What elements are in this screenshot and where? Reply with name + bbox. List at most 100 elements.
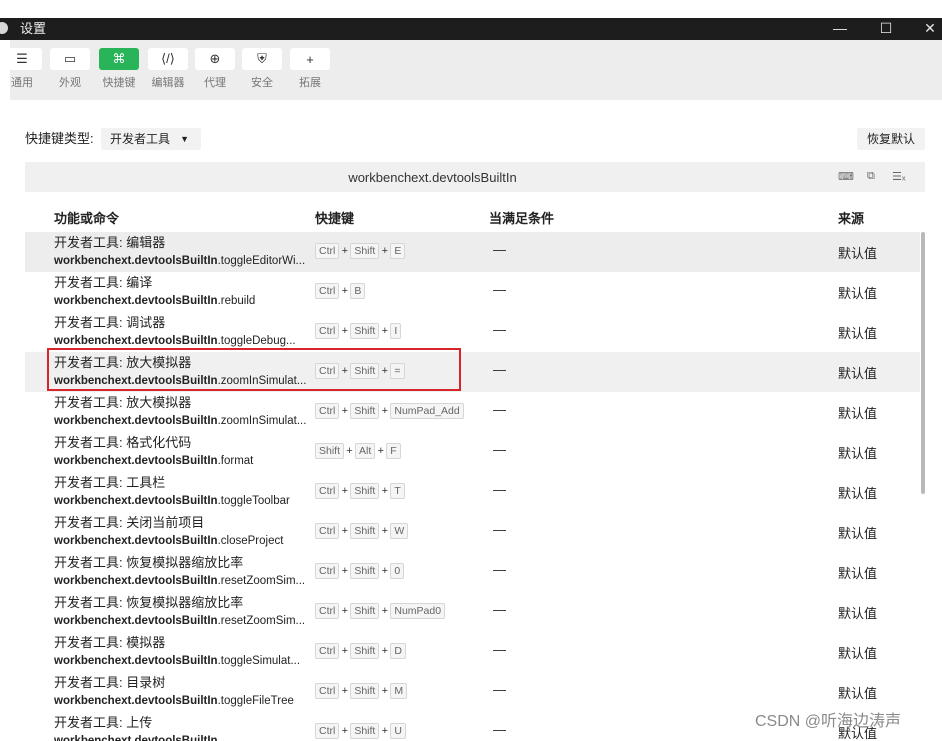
key-separator: + [381, 405, 389, 417]
tab-shield[interactable]: ⛨ 安全 [240, 48, 284, 90]
table-row[interactable]: 开发者工具: 目录树 workbenchext.devtoolsBuiltIn.t… [25, 672, 920, 712]
command-namespace: workbenchext.devtoolsBuiltIn [54, 615, 218, 627]
source-value: 默认值 [838, 606, 878, 621]
when-condition: — [493, 682, 506, 697]
command-icon: ⌘ [99, 48, 139, 70]
key-separator: + [341, 645, 349, 657]
when-condition: — [493, 242, 506, 257]
keycap: Shift [350, 523, 380, 539]
key-separator: + [341, 725, 349, 737]
source-value: 默认值 [838, 446, 878, 461]
command-namespace: workbenchext.devtoolsBuiltIn [54, 575, 218, 587]
minimize-button[interactable]: — [820, 18, 860, 40]
key-separator: + [341, 325, 349, 337]
shortcut-keys[interactable]: Ctrl + B [315, 283, 366, 299]
vertical-scrollbar[interactable] [921, 232, 925, 494]
clear-filter-icon[interactable]: ☰ₓ [892, 170, 905, 183]
command-namespace: workbenchext.devtoolsBuiltIn [54, 415, 218, 427]
column-command[interactable]: 功能或命令 [54, 208, 119, 227]
command-name: .closeProject [217, 535, 284, 547]
command-title: 开发者工具: 格式化代码 [54, 435, 192, 450]
keycap: Ctrl [315, 523, 340, 539]
shield-icon: ⛨ [242, 48, 282, 70]
source-value: 默认值 [838, 286, 878, 301]
maximize-button[interactable]: ☐ [866, 18, 906, 40]
table-row[interactable]: 开发者工具: 放大模拟器 workbenchext.devtoolsBuiltIn… [25, 392, 920, 432]
keycap: Shift [350, 323, 380, 339]
command-id: workbenchext.devtoolsBuiltIn.rebuild [54, 294, 310, 309]
key-separator: + [381, 325, 389, 337]
shortcut-keys[interactable]: Ctrl + Shift + T [315, 483, 405, 499]
titlebar-strip: 设置 — ☐ ✕ [0, 18, 942, 40]
command-title: 开发者工具: 上传 [54, 715, 153, 730]
app-icon [0, 22, 8, 34]
shortcut-type-label: 快捷键类型: [25, 131, 94, 146]
shortcut-keys[interactable]: Ctrl + Shift + I [315, 323, 402, 339]
tab-list[interactable]: ☰ 通用 [0, 48, 44, 90]
when-condition: — [493, 442, 506, 457]
keycap: Ctrl [315, 403, 340, 419]
tab-label: 安全 [251, 77, 273, 89]
column-source[interactable]: 来源 [838, 208, 864, 227]
keycap: W [390, 523, 409, 539]
table-row[interactable]: 开发者工具: 格式化代码 workbenchext.devtoolsBuiltIn… [25, 432, 920, 472]
command-namespace: workbenchext.devtoolsBuiltIn [54, 735, 218, 741]
when-condition: — [493, 522, 506, 537]
keyboard-icon[interactable]: ⌨ [838, 170, 854, 183]
keycap: Ctrl [315, 283, 340, 299]
tab-window[interactable]: ▭ 外观 [48, 48, 92, 90]
command-title: 开发者工具: 目录树 [54, 675, 166, 690]
source-value: 默认值 [838, 246, 878, 261]
key-separator: + [341, 485, 349, 497]
command-name: .resetZoomSim... [217, 615, 306, 627]
shortcut-keys[interactable]: Ctrl + Shift + E [315, 243, 406, 259]
command-namespace: workbenchext.devtoolsBuiltIn [54, 655, 218, 667]
table-row[interactable]: 开发者工具: 模拟器 workbenchext.devtoolsBuiltIn.t… [25, 632, 920, 672]
table-row[interactable]: 开发者工具: 关闭当前项目 workbenchext.devtoolsBuiltI… [25, 512, 920, 552]
shortcut-keys[interactable]: Ctrl + Shift +0 [315, 563, 405, 579]
shortcut-keys[interactable]: Ctrl + Shift + NumPad0 [315, 603, 446, 619]
keycap: Ctrl [315, 643, 340, 659]
window-title: 设置 [20, 21, 47, 36]
restore-default-button[interactable]: 恢复默认 [857, 128, 925, 150]
shortcut-type-select[interactable]: 开发者工具 ▼ [101, 128, 201, 150]
key-separator: + [381, 725, 389, 737]
table-row[interactable]: 开发者工具: 恢复模拟器缩放比率 workbenchext.devtoolsBui… [25, 592, 920, 632]
window-titlebar: 设置 — ☐ ✕ [0, 0, 942, 40]
settings-toolbar: ☰ 通用 ▭ 外观 ⌘ 快捷键 ⟨/⟩ 编辑器 ⊕ 代理 ⛨ 安全 + 拓展 [2, 40, 942, 100]
table-row[interactable]: 开发者工具: 调试器 workbenchext.devtoolsBuiltIn.t… [25, 312, 920, 352]
tab-code[interactable]: ⟨/⟩ 编辑器 [146, 48, 190, 90]
key-separator: + [341, 285, 349, 297]
key-separator: + [341, 565, 349, 577]
code-icon: ⟨/⟩ [148, 48, 188, 70]
record-keys-icon[interactable]: ⧉ [867, 170, 875, 183]
tab-command[interactable]: ⌘ 快捷键 [97, 48, 141, 90]
keycap: Shift [350, 243, 380, 259]
shortcut-keys[interactable]: Ctrl + Shift + M [315, 683, 408, 699]
close-button[interactable]: ✕ [910, 18, 942, 40]
tab-label: 通用 [11, 77, 33, 89]
shortcut-keys[interactable]: Shift + Alt + F [315, 443, 401, 459]
command-name: .format [217, 455, 254, 467]
when-condition: — [493, 322, 506, 337]
column-shortcut[interactable]: 快捷键 [315, 208, 354, 227]
shortcut-keys[interactable]: Ctrl + Shift + U [315, 723, 406, 739]
keycap: U [390, 723, 406, 739]
command-title: 开发者工具: 恢复模拟器缩放比率 [54, 555, 244, 570]
table-row[interactable]: 开发者工具: 编译 workbenchext.devtoolsBuiltIn.re… [25, 272, 920, 312]
shortcut-keys[interactable]: Ctrl + Shift + D [315, 643, 406, 659]
command-title: 开发者工具: 编辑器 [54, 235, 166, 250]
table-row[interactable]: 开发者工具: 工具栏 workbenchext.devtoolsBuiltIn.t… [25, 472, 920, 512]
keycap: M [390, 683, 408, 699]
table-row[interactable]: 开发者工具: 编辑器 workbenchext.devtoolsBuiltIn.t… [25, 232, 920, 272]
tab-plus[interactable]: + 拓展 [288, 48, 332, 90]
table-row[interactable]: 开发者工具: 恢复模拟器缩放比率 workbenchext.devtoolsBui… [25, 552, 920, 592]
window-icon: ▭ [50, 48, 90, 70]
column-when[interactable]: 当满足条件 [489, 208, 554, 227]
key-separator: + [381, 645, 389, 657]
tab-globe[interactable]: ⊕ 代理 [193, 48, 237, 90]
command-namespace: workbenchext.devtoolsBuiltIn [54, 295, 218, 307]
shortcut-keys[interactable]: Ctrl + Shift + NumPad_Add [315, 403, 464, 419]
shortcut-keys[interactable]: Ctrl + Shift + W [315, 523, 409, 539]
command-namespace: workbenchext.devtoolsBuiltIn [54, 335, 218, 347]
